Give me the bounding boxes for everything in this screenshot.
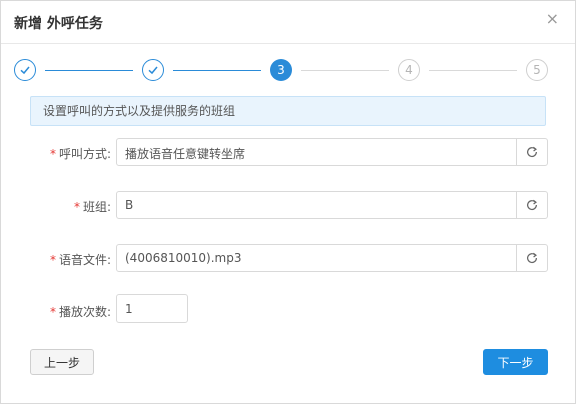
refresh-icon bbox=[527, 252, 537, 264]
step-connector-1 bbox=[45, 70, 133, 71]
step-connector-4 bbox=[429, 70, 517, 71]
call-mode-label: * 呼叫方式: bbox=[5, 145, 111, 162]
info-banner: 设置呼叫的方式以及提供服务的班组 bbox=[30, 96, 546, 126]
step-1-done bbox=[14, 59, 36, 81]
dialog-title: 新增 外呼任务 bbox=[14, 16, 103, 32]
refresh-icon bbox=[527, 199, 537, 211]
step-4-pending: 4 bbox=[398, 59, 420, 81]
new-outbound-task-dialog: 新增 外呼任务 × 3 4 5 设置呼叫的方式以及提供服务的班组 * 呼叫方式: … bbox=[0, 0, 576, 404]
required-mark: * bbox=[49, 147, 56, 161]
team-value: B bbox=[125, 198, 134, 212]
play-count-label: * 播放次数: bbox=[5, 303, 111, 320]
required-mark: * bbox=[49, 253, 56, 267]
check-icon bbox=[20, 66, 30, 75]
step-2-done bbox=[142, 59, 164, 81]
required-mark: * bbox=[73, 200, 80, 214]
play-count-label-text: 播放次数: bbox=[58, 305, 111, 319]
voice-file-label-text: 语音文件: bbox=[58, 253, 111, 267]
step-3-active: 3 bbox=[270, 59, 292, 81]
close-icon[interactable]: × bbox=[546, 9, 559, 28]
call-mode-label-text: 呼叫方式: bbox=[58, 147, 111, 161]
play-count-value: 1 bbox=[125, 302, 133, 316]
team-label-text: 班组: bbox=[82, 200, 111, 214]
team-refresh-button[interactable] bbox=[516, 192, 547, 218]
required-mark: * bbox=[49, 305, 56, 319]
call-mode-select[interactable]: 播放语音任意键转坐席 bbox=[116, 138, 548, 166]
step-connector-3 bbox=[301, 70, 389, 71]
play-count-input[interactable]: 1 bbox=[116, 294, 188, 323]
voice-file-label: * 语音文件: bbox=[5, 251, 111, 268]
refresh-icon bbox=[527, 146, 537, 158]
voice-file-refresh-button[interactable] bbox=[516, 245, 547, 271]
call-mode-value: 播放语音任意键转坐席 bbox=[125, 147, 246, 161]
team-label: * 班组: bbox=[5, 198, 111, 215]
call-mode-refresh-button[interactable] bbox=[516, 139, 547, 165]
step-connector-2 bbox=[173, 70, 261, 71]
check-icon bbox=[148, 66, 158, 75]
step-5-pending: 5 bbox=[526, 59, 548, 81]
dialog-header: 新增 外呼任务 × bbox=[1, 1, 575, 44]
voice-file-select[interactable]: (4006810010).mp3 bbox=[116, 244, 548, 272]
previous-step-button[interactable]: 上一步 bbox=[30, 349, 94, 375]
next-step-button[interactable]: 下一步 bbox=[483, 349, 548, 375]
voice-file-value: (4006810010).mp3 bbox=[125, 251, 242, 265]
team-select[interactable]: B bbox=[116, 191, 548, 219]
